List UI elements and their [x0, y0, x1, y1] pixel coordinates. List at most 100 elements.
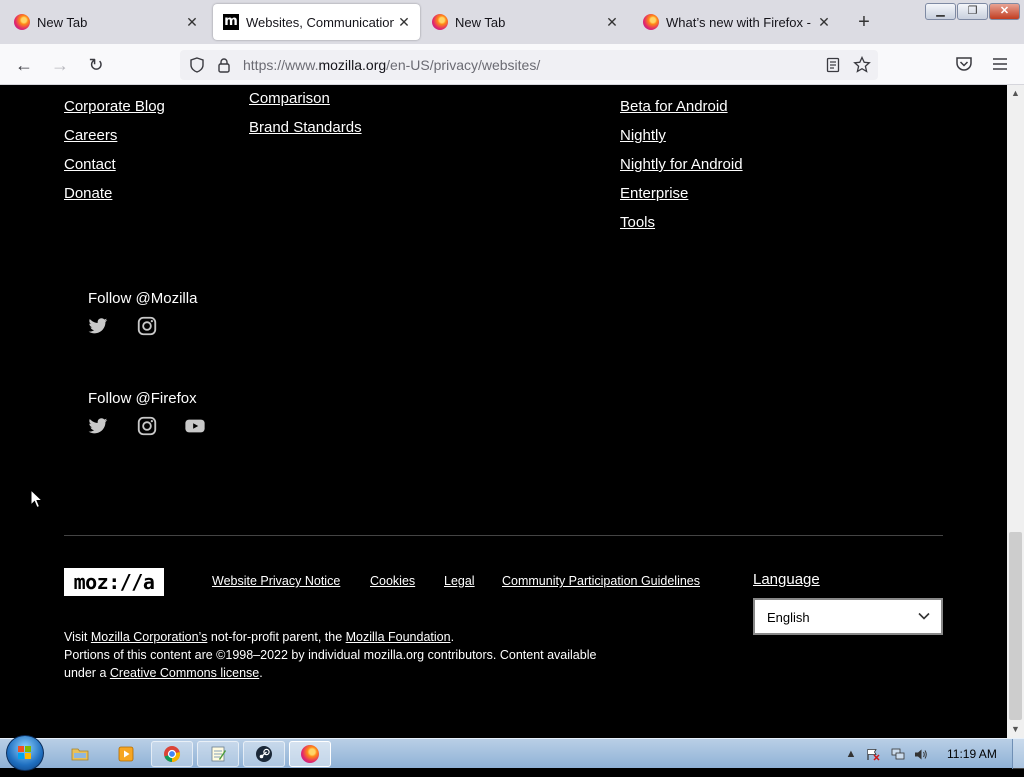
taskbar-steam[interactable] [243, 741, 285, 767]
firefox-icon [432, 14, 448, 30]
url-text[interactable]: https://www.mozilla.org/en-US/privacy/we… [243, 57, 540, 73]
reader-view-icon[interactable] [826, 57, 840, 73]
twitter-icon[interactable] [87, 315, 109, 337]
footer-link-careers[interactable]: Careers [64, 127, 117, 144]
footer-link-beta-for-android[interactable]: Beta for Android [620, 98, 728, 115]
show-hidden-icons-arrow-icon[interactable]: ▲ [844, 748, 858, 761]
start-button[interactable] [6, 735, 44, 771]
footer-link-corporate-blog[interactable]: Corporate Blog [64, 98, 165, 115]
scroll-down-arrow-icon[interactable]: ▼ [1007, 721, 1024, 738]
tab-new-tab-1[interactable]: New Tab ✕ [4, 4, 208, 40]
tab-close-icon[interactable]: ✕ [602, 14, 622, 31]
minimize-button[interactable]: ▁ [925, 3, 956, 20]
footer-link-nightly-for-android[interactable]: Nightly for Android [620, 156, 743, 173]
tab-title: What’s new with Firefox - Mozilla [666, 14, 814, 30]
footer-link-nightly[interactable]: Nightly [620, 127, 666, 144]
url-path: /en-US/privacy/websites/ [386, 57, 541, 73]
taskbar-media-player[interactable] [105, 741, 147, 767]
taskbar-chrome[interactable] [151, 741, 193, 767]
network-icon[interactable] [891, 748, 905, 761]
fine-print-line-1: Visit Mozilla Corporation’s not-for-prof… [64, 630, 454, 644]
tab-close-icon[interactable]: ✕ [814, 14, 834, 31]
tab-close-icon[interactable]: ✕ [182, 14, 202, 31]
mouse-cursor-icon [30, 489, 44, 509]
navigation-toolbar: ← → ↻ https://www.mozilla.org/en-US/priv… [0, 44, 1024, 85]
notepad-icon [211, 746, 226, 762]
fine-print-text: . [450, 630, 455, 644]
fine-print-text: Visit [64, 630, 91, 644]
action-center-flag-icon[interactable] [866, 748, 880, 761]
legal-link-cookies[interactable]: Cookies [370, 574, 415, 588]
url-bar[interactable]: https://www.mozilla.org/en-US/privacy/we… [180, 50, 878, 80]
taskbar-clock[interactable]: 11:19 AM [947, 747, 997, 761]
window-close-button[interactable]: ✕ [989, 3, 1020, 20]
taskbar-explorer[interactable] [59, 741, 101, 767]
footer-link-contact[interactable]: Contact [64, 156, 116, 173]
new-tab-button[interactable]: + [852, 10, 876, 34]
page-scrollbar[interactable]: ▲ ▼ [1007, 85, 1024, 738]
windows-taskbar: ▲ 11:19 AM [0, 735, 1024, 771]
fine-print-line-2: Portions of this content are ©1998–2022 … [64, 648, 597, 662]
follow-firefox-heading: Follow @Firefox [88, 390, 197, 407]
tab-whats-new[interactable]: What’s new with Firefox - Mozilla ✕ [633, 4, 840, 40]
legal-link-website-privacy-notice[interactable]: Website Privacy Notice [212, 574, 340, 588]
creative-commons-link[interactable]: Creative Commons license [110, 666, 259, 680]
language-label: Language [753, 571, 820, 588]
reload-button[interactable]: ↻ [83, 52, 109, 78]
mozilla-corporation-link[interactable]: Mozilla Corporation’s [91, 630, 208, 644]
fine-print-text: under a [64, 666, 110, 680]
firefox-icon [643, 14, 659, 30]
footer-link-enterprise[interactable]: Enterprise [620, 185, 688, 202]
hamburger-menu-icon[interactable] [992, 57, 1008, 71]
lock-icon[interactable] [217, 57, 231, 73]
taskbar-firefox[interactable] [289, 741, 331, 767]
pocket-icon[interactable] [955, 56, 973, 72]
show-desktop-button[interactable] [1012, 739, 1024, 769]
explorer-icon [71, 748, 89, 761]
tracking-protection-shield-icon[interactable] [189, 57, 205, 73]
footer-link-donate[interactable]: Donate [64, 185, 112, 202]
legal-link-community-guidelines[interactable]: Community Participation Guidelines [502, 574, 700, 588]
bookmark-star-icon[interactable] [853, 56, 871, 74]
mozilla-logo[interactable]: moz://a [64, 568, 164, 596]
language-select[interactable]: English [753, 598, 943, 635]
url-prefix: https://www. [243, 57, 319, 73]
tab-strip: New Tab ✕ m Websites, Communications & C… [0, 0, 1024, 44]
mozilla-m-icon: m [223, 14, 239, 30]
fine-print-text: not-for-profit parent, the [207, 630, 346, 644]
taskbar-notepad[interactable] [197, 741, 239, 767]
page-content: Corporate Blog Careers Contact Donate Co… [0, 85, 1007, 738]
tab-title: New Tab [455, 14, 506, 30]
tab-close-icon[interactable]: ✕ [394, 14, 414, 31]
volume-icon[interactable] [914, 748, 928, 761]
mozilla-foundation-link[interactable]: Mozilla Foundation [346, 630, 451, 644]
footer-link-tools[interactable]: Tools [620, 214, 655, 231]
footer-link-comparison[interactable]: Comparison [249, 90, 330, 107]
footer-link-brand-standards[interactable]: Brand Standards [249, 119, 362, 136]
tab-title: Websites, Communications & Cookies Priva… [246, 14, 394, 30]
windows-logo-icon [18, 746, 31, 759]
twitter-icon[interactable] [87, 415, 109, 437]
back-button[interactable]: ← [11, 52, 37, 78]
youtube-icon[interactable] [184, 415, 206, 437]
language-selected-value: English [767, 610, 810, 625]
legal-link-legal[interactable]: Legal [444, 574, 475, 588]
instagram-icon[interactable] [136, 315, 158, 337]
forward-button[interactable]: → [47, 52, 73, 78]
firefox-icon [301, 745, 319, 763]
chrome-icon [164, 746, 181, 763]
chevron-down-icon [918, 612, 930, 620]
scroll-thumb[interactable] [1009, 532, 1022, 720]
tab-title: New Tab [37, 14, 88, 30]
url-host: mozilla.org [318, 57, 387, 73]
follow-mozilla-heading: Follow @Mozilla [88, 290, 198, 307]
media-player-icon [118, 746, 134, 762]
instagram-icon[interactable] [136, 415, 158, 437]
scroll-up-arrow-icon[interactable]: ▲ [1007, 85, 1024, 102]
tab-privacy-notice[interactable]: m Websites, Communications & Cookies Pri… [213, 4, 420, 40]
firefox-icon [14, 14, 30, 30]
tab-new-tab-2[interactable]: New Tab ✕ [422, 4, 628, 40]
footer-divider [64, 535, 943, 536]
fine-print-text: . [259, 666, 263, 680]
maximize-button[interactable]: ❐ [957, 3, 988, 20]
